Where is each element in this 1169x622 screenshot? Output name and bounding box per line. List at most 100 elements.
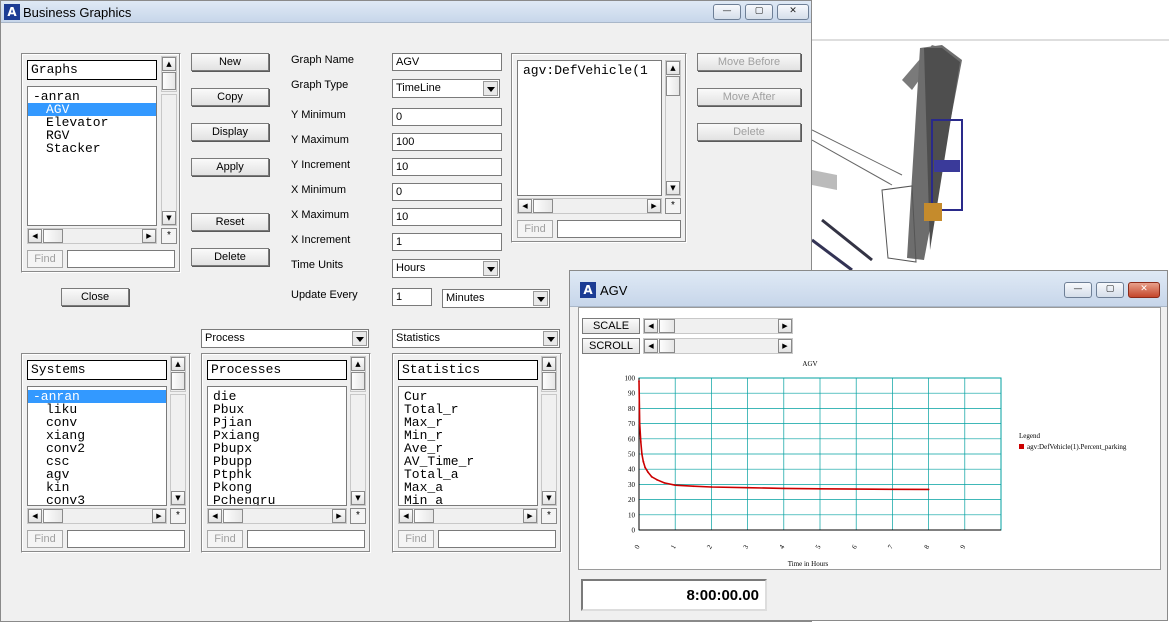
scroll-left-icon[interactable]: ◀	[518, 199, 532, 213]
systems-star-button[interactable]: *	[170, 508, 186, 524]
list-item[interactable]: conv3	[28, 494, 166, 505]
graphs-find-input[interactable]	[67, 250, 175, 268]
systems-list-scrollbar[interactable]: ▼	[170, 394, 186, 506]
y-minimum-input[interactable]: 0	[392, 108, 502, 126]
statistics-star-button[interactable]: *	[541, 508, 557, 524]
maximize-icon[interactable]: ▢	[745, 4, 773, 20]
scroll-right-icon[interactable]: ▶	[332, 509, 346, 523]
scroll-thumb[interactable]	[533, 199, 553, 213]
vars-find-input[interactable]	[557, 220, 681, 238]
systems-hscrollbar[interactable]: ◀ ▶	[27, 508, 167, 524]
minimize-icon[interactable]: —	[1064, 282, 1092, 298]
list-item[interactable]: Min_a	[399, 494, 537, 505]
y-maximum-input[interactable]: 100	[392, 133, 502, 151]
graphs-list[interactable]: -anran AGV Elevator RGV Stacker	[27, 86, 157, 226]
systems-find-button[interactable]: Find	[27, 530, 63, 548]
systems-find-input[interactable]	[67, 530, 185, 548]
x-minimum-input[interactable]: 0	[392, 183, 502, 201]
systems-header-scrollbar[interactable]: ▲	[170, 356, 186, 392]
scale-scrollbar[interactable]: ◀ ▶	[643, 318, 793, 334]
scroll-right-icon[interactable]: ▶	[778, 319, 792, 333]
list-item[interactable]: Stacker	[28, 142, 156, 155]
scroll-left-icon[interactable]: ◀	[399, 509, 413, 523]
scroll-down-icon[interactable]: ▼	[666, 181, 680, 195]
scroll-thumb[interactable]	[162, 72, 176, 90]
scroll-down-icon[interactable]: ▼	[351, 491, 365, 505]
maximize-icon[interactable]: ▢	[1096, 282, 1124, 298]
graph-vars-list[interactable]: agv:DefVehicle(1	[517, 60, 662, 196]
scroll-scrollbar[interactable]: ◀ ▶	[643, 338, 793, 354]
scroll-left-icon[interactable]: ◀	[644, 319, 658, 333]
graph-name-input[interactable]: AGV	[392, 53, 502, 71]
processes-hscrollbar[interactable]: ◀ ▶	[207, 508, 347, 524]
scroll-thumb[interactable]	[666, 76, 680, 96]
list-item[interactable]: agv:DefVehicle(1	[518, 64, 661, 77]
scroll-left-icon[interactable]: ◀	[28, 229, 42, 243]
scroll-thumb[interactable]	[43, 509, 63, 523]
chevron-down-icon[interactable]	[352, 331, 367, 346]
delete-graph-button[interactable]: Delete	[191, 248, 269, 266]
graphs-find-button[interactable]: Find	[27, 250, 63, 268]
time-units-select[interactable]: Hours	[392, 259, 500, 278]
scroll-thumb[interactable]	[542, 372, 556, 390]
copy-button[interactable]: Copy	[191, 88, 269, 106]
vars-vscrollbar[interactable]: ▲ ▼	[665, 60, 681, 196]
close-button[interactable]: Close	[61, 288, 129, 306]
process-select[interactable]: Process	[201, 329, 369, 348]
scroll-right-icon[interactable]: ▶	[152, 509, 166, 523]
vars-star-button[interactable]: *	[665, 198, 681, 214]
processes-find-input[interactable]	[247, 530, 365, 548]
x-maximum-input[interactable]: 10	[392, 208, 502, 226]
scroll-up-icon[interactable]: ▲	[666, 61, 680, 75]
scroll-right-icon[interactable]: ▶	[647, 199, 661, 213]
statistics-list[interactable]: Cur Total_r Max_r Min_r Ave_r AV_Time_r Total_…	[398, 386, 538, 506]
reset-button[interactable]: Reset	[191, 213, 269, 231]
x-increment-input[interactable]: 1	[392, 233, 502, 251]
scroll-thumb[interactable]	[43, 229, 63, 243]
scroll-down-icon[interactable]: ▼	[162, 211, 176, 225]
statistics-header-scrollbar[interactable]: ▲	[541, 356, 557, 392]
scroll-thumb[interactable]	[171, 372, 185, 390]
scroll-right-icon[interactable]: ▶	[778, 339, 792, 353]
vars-hscrollbar[interactable]: ◀ ▶	[517, 198, 662, 214]
graph-type-select[interactable]: TimeLine	[392, 79, 500, 98]
list-item[interactable]: Pchengru	[208, 494, 346, 505]
statistics-hscrollbar[interactable]: ◀ ▶	[398, 508, 538, 524]
scroll-left-icon[interactable]: ◀	[644, 339, 658, 353]
graphs-star-button[interactable]: *	[161, 228, 177, 244]
scroll-thumb[interactable]	[659, 339, 675, 353]
scroll-up-icon[interactable]: ▲	[351, 357, 365, 371]
graphs-list-scrollbar[interactable]: ▼	[161, 94, 177, 226]
chevron-down-icon[interactable]	[543, 331, 558, 346]
minimize-icon[interactable]: —	[713, 4, 741, 20]
statistics-find-input[interactable]	[438, 530, 556, 548]
scroll-right-icon[interactable]: ▶	[523, 509, 537, 523]
statistics-list-scrollbar[interactable]: ▼	[541, 394, 557, 506]
chevron-down-icon[interactable]	[483, 81, 498, 96]
processes-header-scrollbar[interactable]: ▲	[350, 356, 366, 392]
scroll-thumb[interactable]	[414, 509, 434, 523]
scroll-down-icon[interactable]: ▼	[542, 491, 556, 505]
processes-list[interactable]: die Pbux Pjian Pxiang Pbupx Pbupp Ptphk Pkong Pc…	[207, 386, 347, 506]
statistics-find-button[interactable]: Find	[398, 530, 434, 548]
move-after-button[interactable]: Move After	[697, 88, 801, 106]
update-every-input[interactable]: 1	[392, 288, 432, 306]
display-button[interactable]: Display	[191, 123, 269, 141]
scale-button[interactable]: SCALE	[582, 318, 640, 334]
systems-list[interactable]: -anran liku conv xiang conv2 csc agv kin conv3	[27, 386, 167, 506]
close-icon[interactable]: ✕	[1128, 282, 1160, 298]
processes-list-scrollbar[interactable]: ▼	[350, 394, 366, 506]
statistics-select[interactable]: Statistics	[392, 329, 560, 348]
new-button[interactable]: New	[191, 53, 269, 71]
move-before-button[interactable]: Move Before	[697, 53, 801, 71]
scroll-thumb[interactable]	[351, 372, 365, 390]
y-increment-input[interactable]: 10	[392, 158, 502, 176]
chevron-down-icon[interactable]	[533, 291, 548, 306]
graphs-hscrollbar[interactable]: ◀ ▶	[27, 228, 157, 244]
apply-button[interactable]: Apply	[191, 158, 269, 176]
processes-star-button[interactable]: *	[350, 508, 366, 524]
scroll-down-icon[interactable]: ▼	[171, 491, 185, 505]
processes-find-button[interactable]: Find	[207, 530, 243, 548]
delete-var-button[interactable]: Delete	[697, 123, 801, 141]
update-every-unit-select[interactable]: Minutes	[442, 289, 550, 308]
